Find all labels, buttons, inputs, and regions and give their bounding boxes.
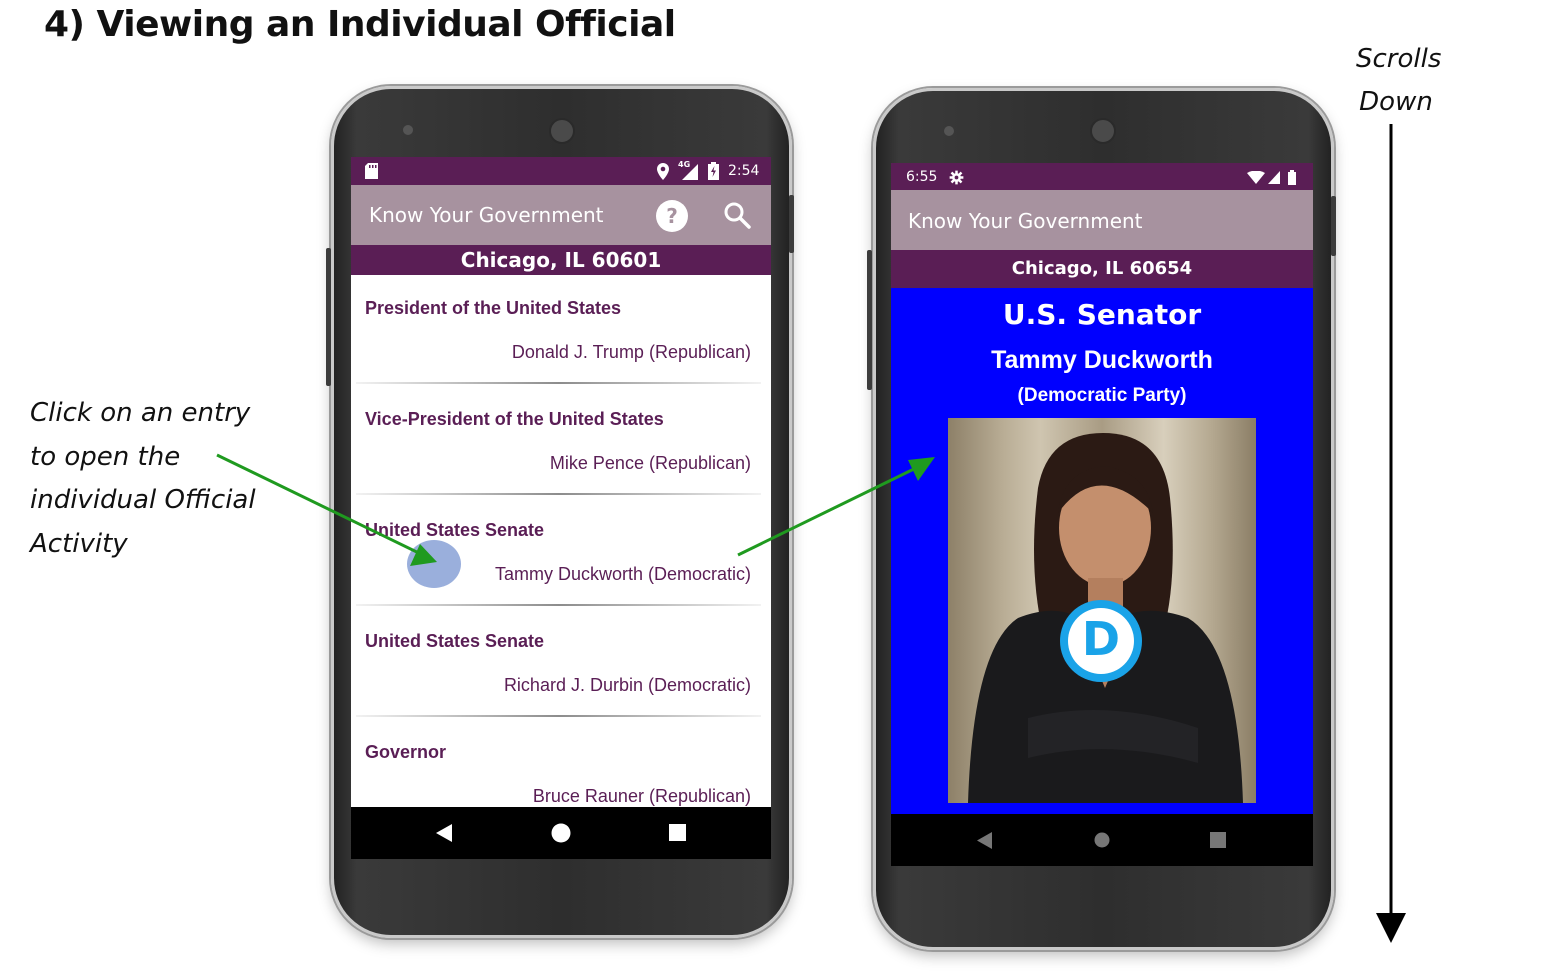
arrow-to-detail (737, 464, 921, 557)
arrow-to-entry-head (410, 544, 437, 566)
scroll-arrow-head (1376, 913, 1406, 943)
annotation-arrows (216, 124, 1406, 943)
arrow-to-entry (216, 453, 426, 558)
